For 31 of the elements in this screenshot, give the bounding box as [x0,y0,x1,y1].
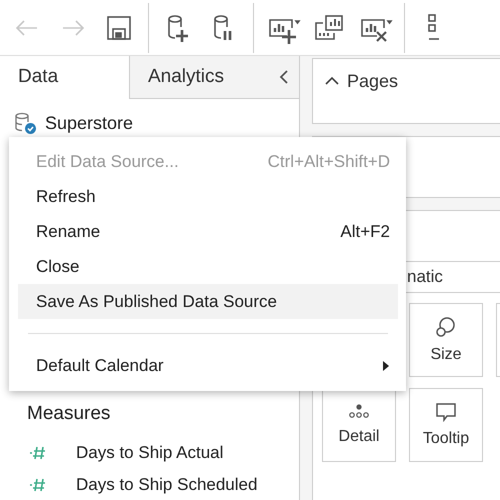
caret-icon[interactable] [325,76,339,86]
chevron-left-icon [279,70,289,84]
submenu-arrow-icon [382,360,390,372]
menu-item-label: Close [36,256,80,276]
detail-button[interactable]: Detail [322,388,396,462]
pages-title: Pages [347,71,398,92]
menu-item[interactable]: Refresh [18,179,398,214]
menu-item[interactable]: Save As Published Data Source [18,284,398,319]
menu-item-label: Edit Data Source... [36,152,180,172]
menu-item[interactable]: Default Calendar [18,348,398,383]
database-icon [13,111,37,135]
menu-item[interactable]: Close [18,249,398,284]
dots-icon [348,404,370,420]
measures-heading: Measures [26,403,112,426]
shortcut-text: Alt+F2 [340,222,390,242]
squares-icon [428,14,440,41]
menu-item[interactable]: Rename Alt+F2 [18,214,398,249]
menu-item-label: Rename [36,222,102,242]
data-source-name[interactable]: Superstore [45,112,134,134]
measure-field[interactable]: Days to Ship Scheduled [76,475,258,495]
menu-item-label: Save As Published Data Source [36,292,278,312]
speech-bubble-icon [435,402,457,422]
pane-tab[interactable]: Data [0,56,129,99]
shortcut-text: Ctrl+Alt+Shift+D [268,152,390,172]
pane-tab[interactable]: Analytics [129,56,269,99]
tooltip-button[interactable]: Tooltip [409,388,483,462]
measure-field[interactable]: Days to Ship Actual [76,443,224,463]
menu-item-label: Default Calendar [36,356,165,376]
size-icon [435,316,457,338]
menu-item-label: Refresh [36,186,97,206]
size-button[interactable]: Size [409,303,483,377]
